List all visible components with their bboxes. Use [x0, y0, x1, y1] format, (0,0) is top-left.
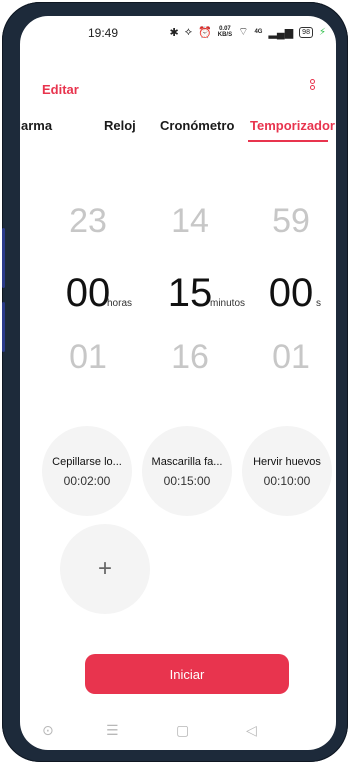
navigation-bar: ⊙ ☰ ▢ ◁: [20, 710, 336, 750]
preset-name: Cepillarse lo...: [52, 456, 122, 468]
signal-icon: ▂▄▆: [268, 26, 294, 39]
volume-button: [2, 228, 5, 288]
hours-current[interactable]: 00: [48, 271, 128, 316]
status-icons: ✱ ⟡ ⏰ 0.07 KB/S ⌔ 4G ▂▄▆ 98 ⚡: [170, 25, 326, 39]
menu-icon[interactable]: ☰: [106, 722, 119, 739]
hours-unit: horas: [107, 298, 133, 309]
bluetooth-icon: ✱: [169, 26, 179, 39]
network-speed: 0.07 KB/S: [218, 26, 232, 38]
seconds-prev[interactable]: 59: [251, 202, 331, 241]
minutes-next[interactable]: 16: [150, 338, 230, 377]
tab-alarm[interactable]: Alarma: [20, 118, 52, 133]
add-preset-button[interactable]: +: [60, 524, 150, 614]
minutes-prev[interactable]: 14: [150, 202, 230, 241]
preset-name: Mascarilla fa...: [151, 456, 223, 468]
screen: 19:49 ✱ ⟡ ⏰ 0.07 KB/S ⌔ 4G ▂▄▆ 98 ⚡ Edit…: [20, 16, 336, 750]
tab-clock[interactable]: Reloj: [104, 118, 136, 133]
hours-next[interactable]: 01: [48, 338, 128, 377]
status-time: 19:49: [88, 26, 119, 40]
hours-prev[interactable]: 23: [48, 202, 128, 241]
preset-time: 00:15:00: [163, 474, 211, 488]
speed-unit: KB/S: [217, 32, 233, 38]
edit-button[interactable]: Editar: [42, 82, 79, 97]
preset-time: 00:10:00: [263, 474, 311, 488]
vibrate-icon: ⟡: [184, 25, 193, 38]
preset-time: 00:02:00: [63, 474, 111, 488]
start-button[interactable]: Iniciar: [85, 654, 289, 694]
preset-item[interactable]: Cepillarse lo... 00:02:00: [42, 426, 132, 516]
alarm-icon: ⏰: [198, 26, 212, 39]
wifi-icon: ⌔: [238, 26, 249, 38]
assistant-icon[interactable]: ⊙: [42, 722, 54, 739]
minutes-current[interactable]: 15: [150, 271, 230, 316]
tab-timer[interactable]: Temporizador: [250, 118, 335, 133]
battery-icon: 98: [299, 26, 313, 38]
preset-item[interactable]: Mascarilla fa... 00:15:00: [142, 426, 232, 516]
phone-frame: 19:49 ✱ ⟡ ⏰ 0.07 KB/S ⌔ 4G ▂▄▆ 98 ⚡ Edit…: [2, 2, 348, 762]
seconds-unit: s: [316, 298, 321, 309]
home-icon[interactable]: ▢: [176, 722, 189, 739]
charging-icon: ⚡: [318, 26, 326, 38]
active-tab-indicator: [248, 140, 328, 142]
seconds-next[interactable]: 01: [251, 338, 331, 377]
sim-label: 4G: [254, 29, 263, 35]
status-bar: 19:49 ✱ ⟡ ⏰ 0.07 KB/S ⌔ 4G ▂▄▆ 98 ⚡: [20, 16, 336, 46]
power-button: [2, 302, 5, 352]
more-options-icon[interactable]: [308, 78, 316, 98]
time-picker[interactable]: 23 00 horas 01 14 15 minutos 16 59 00 s …: [20, 202, 336, 392]
tab-stopwatch[interactable]: Cronómetro: [160, 118, 234, 133]
minutes-unit: minutos: [210, 298, 246, 309]
seconds-current[interactable]: 00: [251, 271, 331, 316]
back-icon[interactable]: ◁: [246, 722, 257, 739]
preset-name: Hervir huevos: [253, 456, 321, 468]
preset-item[interactable]: Hervir huevos 00:10:00: [242, 426, 332, 516]
